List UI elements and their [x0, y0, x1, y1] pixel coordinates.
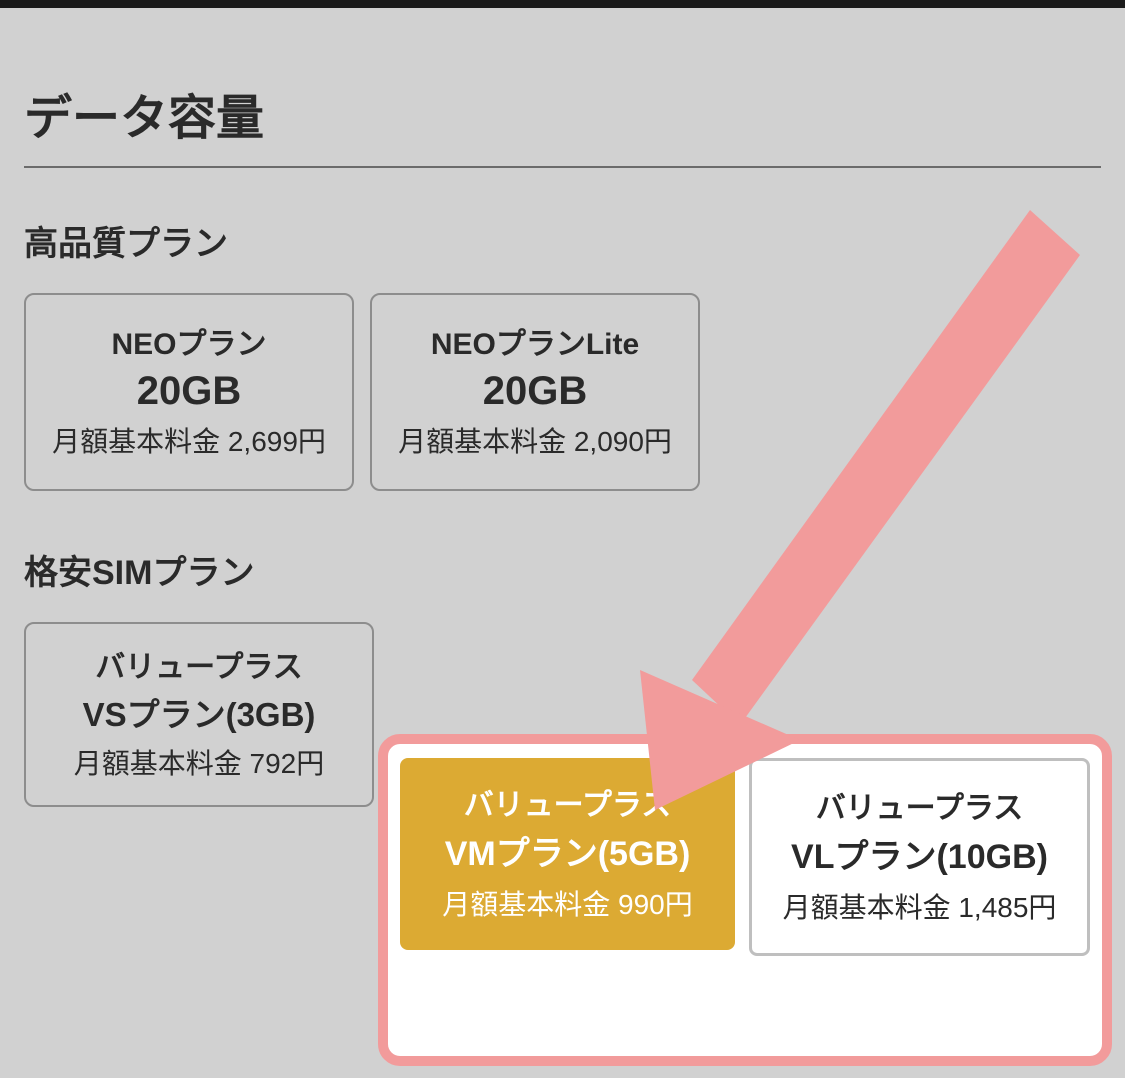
plan-price: 月額基本料金 990円	[412, 885, 723, 924]
top-bar	[0, 0, 1125, 8]
plan-name: NEOプランLite	[388, 319, 682, 363]
plan-card-vm-selected[interactable]: バリュープラス VMプラン(5GB) 月額基本料金 990円	[400, 758, 735, 950]
plan-price: 月額基本料金 792円	[36, 744, 362, 783]
plan-top: バリュープラス	[764, 783, 1075, 827]
plan-price: 月額基本料金 2,699円	[42, 422, 336, 461]
section-title: データ容量	[24, 78, 1101, 148]
plan-main: VLプラン(10GB)	[764, 829, 1075, 878]
plan-name: NEOプラン	[42, 319, 336, 363]
plan-main: VMプラン(5GB)	[412, 826, 723, 875]
plan-card-neo-lite[interactable]: NEOプランLite 20GB 月額基本料金 2,090円	[370, 293, 700, 491]
group-title-premium: 高品質プラン	[24, 216, 1101, 265]
premium-plan-row: NEOプラン 20GB 月額基本料金 2,699円 NEOプランLite 20G…	[24, 293, 1101, 491]
plan-top: バリュープラス	[36, 642, 362, 686]
plan-top: バリュープラス	[412, 780, 723, 824]
plan-size: 20GB	[42, 369, 336, 414]
plan-size: 20GB	[388, 369, 682, 414]
section-divider	[24, 166, 1101, 168]
plan-price: 月額基本料金 1,485円	[764, 888, 1075, 927]
plan-card-vs[interactable]: バリュープラス VSプラン(3GB) 月額基本料金 792円	[24, 622, 374, 807]
plan-card-neo[interactable]: NEOプラン 20GB 月額基本料金 2,699円	[24, 293, 354, 491]
plan-card-vl[interactable]: バリュープラス VLプラン(10GB) 月額基本料金 1,485円	[749, 758, 1090, 956]
group-title-budget: 格安SIMプラン	[24, 545, 1101, 594]
highlight-box: バリュープラス VMプラン(5GB) 月額基本料金 990円 バリュープラス V…	[378, 734, 1112, 1066]
plan-main: VSプラン(3GB)	[36, 688, 362, 736]
plan-price: 月額基本料金 2,090円	[388, 422, 682, 461]
